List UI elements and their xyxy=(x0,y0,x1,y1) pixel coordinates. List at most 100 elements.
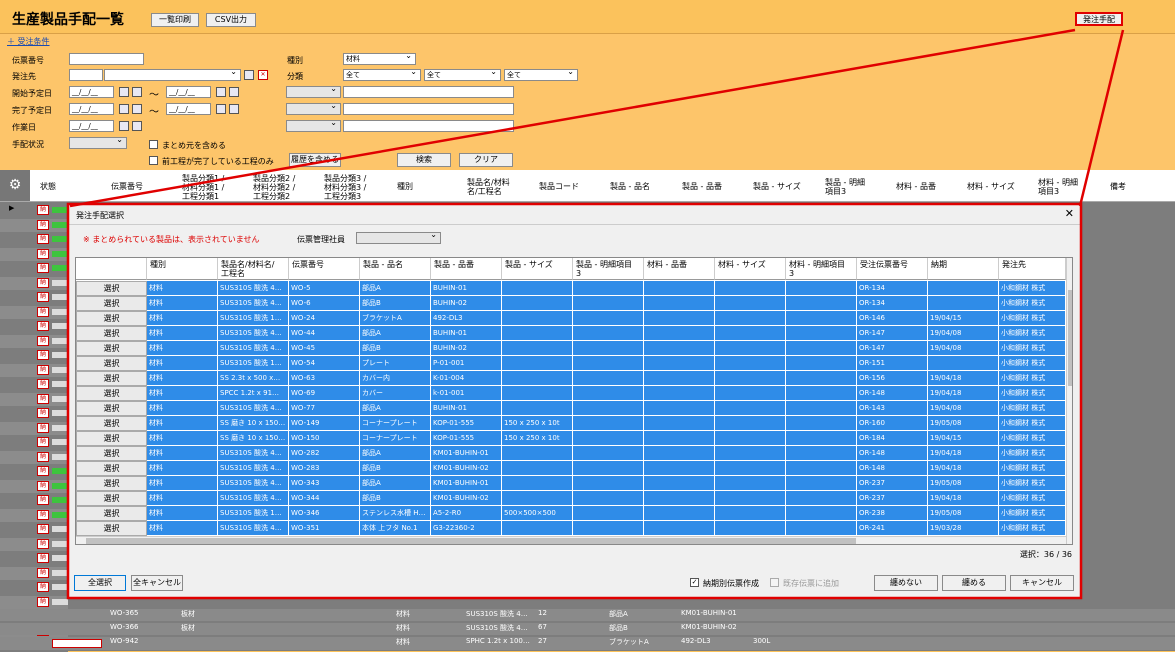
per-duedate-checkbox[interactable]: ✓ xyxy=(690,578,699,587)
row-select-button[interactable]: 選択 xyxy=(76,311,147,326)
col-remarks[interactable]: 備考 xyxy=(1110,182,1126,191)
column-header[interactable]: 納期 xyxy=(928,258,999,280)
grid-row-status[interactable]: 納 xyxy=(0,276,68,290)
column-header[interactable]: 受注伝票番号 xyxy=(857,258,928,280)
row-select-button[interactable]: 選択 xyxy=(76,386,147,401)
grid-row-status[interactable]: 納 xyxy=(0,436,68,449)
table-row[interactable]: WO-366 板材 材料 SUS310S 酸洗 4… 67 部品B KM01-B… xyxy=(0,623,1175,635)
row-select-button[interactable]: 選択 xyxy=(76,401,147,416)
col-kind[interactable]: 種別 xyxy=(397,182,413,191)
column-header[interactable]: 製品 - サイズ xyxy=(502,258,573,280)
col-material-size[interactable]: 材料 - サイズ xyxy=(967,182,1015,191)
table-row[interactable]: WO-942 材料 SPHC 1.2t x 100… 27 ブラケットA 492… xyxy=(0,637,1175,650)
table-row[interactable]: 選択 材料 SPCC 1.2t x 91… WO-69 カバー k-01-001 OR-14… xyxy=(76,386,1066,401)
horizontal-scrollbar[interactable] xyxy=(76,536,1066,544)
condition2-select[interactable] xyxy=(286,103,341,115)
row-select-button[interactable]: 選択 xyxy=(76,371,147,386)
clear-button[interactable]: クリア xyxy=(459,153,513,167)
grid-row-status[interactable]: 納 xyxy=(0,407,68,420)
col-product-no[interactable]: 製品 - 品番 xyxy=(682,182,722,191)
grid-row-status[interactable]: 納 xyxy=(0,552,68,565)
order-arrange-button[interactable]: 発注手配 xyxy=(1075,12,1123,26)
start-date-to-input[interactable]: __/__/__ xyxy=(166,86,211,98)
grid-row-status[interactable]: 納 xyxy=(0,349,68,362)
csv-export-button[interactable]: CSV出力 xyxy=(206,13,256,27)
table-row[interactable]: 選択 材料 SS 磨き 10 x 150… WO-150 コーナープレート KOP-01-… xyxy=(76,431,1066,446)
col-name[interactable]: 製品名/材料 名/工程名 xyxy=(467,178,510,196)
table-row[interactable]: 選択 材料 SUS310S 酸洗 1… WO-24 ブラケットA 492-DL3 OR-14… xyxy=(76,311,1066,326)
select-all-button[interactable]: 全選択 xyxy=(74,575,126,591)
calendar-icon[interactable] xyxy=(119,121,129,131)
column-header[interactable]: 種別 xyxy=(147,258,218,280)
condition3-select[interactable] xyxy=(286,120,341,132)
row-select-button[interactable]: 選択 xyxy=(76,506,147,521)
column-header[interactable]: 製品 - 品名 xyxy=(360,258,431,280)
grid-row-status[interactable]: 納 xyxy=(0,291,68,304)
grid-row-status[interactable]: 納 xyxy=(0,465,68,478)
include-history-button[interactable]: 履歴を含める xyxy=(289,153,341,167)
col-product-name[interactable]: 製品 - 品名 xyxy=(610,182,650,191)
prev-done-checkbox[interactable] xyxy=(149,156,158,165)
table-row[interactable]: 選択 材料 SUS310S 酸洗 4… WO-44 部品A BUHIN-01 OR-147 1… xyxy=(76,326,1066,341)
row-select-button[interactable]: 選択 xyxy=(76,281,147,296)
grid-row-status[interactable]: 納 xyxy=(0,479,68,493)
row-select-button[interactable]: 選択 xyxy=(76,461,147,476)
class1-select[interactable]: 全て xyxy=(343,69,421,81)
calendar-icon[interactable] xyxy=(119,104,129,114)
cancel-button[interactable]: キャンセル xyxy=(1010,575,1074,591)
grid-row-status[interactable]: 納 xyxy=(0,537,68,551)
grid-row-status[interactable]: 納 xyxy=(0,363,68,377)
clear-icon[interactable]: ✕ xyxy=(258,70,268,80)
add-existing-checkbox[interactable] xyxy=(770,578,779,587)
staff-select[interactable] xyxy=(356,232,441,244)
row-select-button[interactable]: 選択 xyxy=(76,521,147,536)
end-date-from-input[interactable]: __/__/__ xyxy=(69,103,114,115)
table-row[interactable]: 選択 材料 SUS310S 酸洗 4… WO-6 部品B BUHIN-02 OR-134 小和… xyxy=(76,296,1066,311)
class2-select[interactable]: 全て xyxy=(424,69,501,81)
table-row[interactable]: 選択 材料 SUS310S 酸洗 4… WO-343 部品A KM01-BUHIN-01 O… xyxy=(76,476,1066,491)
table-row[interactable]: 選択 材料 SUS310S 酸洗 1… WO-54 プレート P-01-001 OR-151… xyxy=(76,356,1066,371)
work-date-input[interactable]: __/__/__ xyxy=(69,120,114,132)
slip-number-input[interactable] xyxy=(69,53,144,65)
table-row[interactable]: 選択 材料 SS 磨き 10 x 150… WO-149 コーナープレート KOP-01-… xyxy=(76,416,1066,431)
grid-row-status[interactable]: 納 xyxy=(0,218,68,232)
vertical-scrollbar[interactable] xyxy=(1066,258,1072,544)
start-date-from-input[interactable]: __/__/__ xyxy=(69,86,114,98)
col-product-size[interactable]: 製品 - サイズ xyxy=(753,182,801,191)
cancel-all-button[interactable]: 全キャンセル xyxy=(131,575,183,591)
include-parent-checkbox[interactable] xyxy=(149,140,158,149)
table-row[interactable]: 選択 材料 SUS310S 酸洗 1… WO-346 ステンレス水槽 H… A5-2-R0… xyxy=(76,506,1066,521)
condition3-input[interactable] xyxy=(343,120,514,132)
row-select-button[interactable]: 選択 xyxy=(76,446,147,461)
grid-row-status[interactable]: 納 xyxy=(0,508,68,522)
filter-toggle-link[interactable]: ＋ 受注条件 xyxy=(7,36,50,47)
kind-select[interactable]: 材料 xyxy=(343,53,416,65)
col-class1[interactable]: 製品分類1 / 材料分類1 / 工程分類1 xyxy=(182,174,224,201)
close-icon[interactable]: ✕ xyxy=(1065,207,1074,220)
grid-row-status[interactable]: 納 xyxy=(0,523,68,536)
supplier-search-icon[interactable] xyxy=(244,70,254,80)
column-header[interactable]: 材料 - 明細項目 3 xyxy=(786,258,857,280)
grid-row-status[interactable]: 納 xyxy=(0,392,68,406)
class3-select[interactable]: 全て xyxy=(504,69,578,81)
column-header[interactable]: 材料 - サイズ xyxy=(715,258,786,280)
table-row[interactable]: 選択 材料 SUS310S 酸洗 4… WO-344 部品B KM01-BUHIN-02 O… xyxy=(76,491,1066,506)
no-merge-button[interactable]: 纏めない xyxy=(874,575,938,591)
calendar-clear-icon[interactable] xyxy=(229,104,239,114)
print-list-button[interactable]: 一覧印刷 xyxy=(151,13,199,27)
supplier-select[interactable] xyxy=(104,69,241,81)
grid-row-status[interactable]: 納 xyxy=(0,421,68,435)
table-row[interactable]: 選択 材料 SUS310S 酸洗 4… WO-282 部品A KM01-BUHIN-01 O… xyxy=(76,446,1066,461)
row-select-button[interactable]: 選択 xyxy=(76,476,147,491)
grid-row-status[interactable]: 納 xyxy=(0,581,68,594)
calendar-clear-icon[interactable] xyxy=(132,87,142,97)
column-header[interactable]: 製品 - 品番 xyxy=(431,258,502,280)
grid-row-status[interactable]: 納 xyxy=(0,320,68,333)
col-class3[interactable]: 製品分類3 / 材料分類3 / 工程分類3 xyxy=(324,174,366,201)
grid-row-status[interactable]: 納 xyxy=(0,305,68,319)
row-select-button[interactable]: 選択 xyxy=(76,356,147,371)
col-product-item3[interactable]: 製品 - 明細 項目3 xyxy=(825,178,865,196)
col-material-item3[interactable]: 材料 - 明細 項目3 xyxy=(1038,178,1078,196)
row-select-button[interactable]: 選択 xyxy=(76,296,147,311)
end-date-to-input[interactable]: __/__/__ xyxy=(166,103,211,115)
